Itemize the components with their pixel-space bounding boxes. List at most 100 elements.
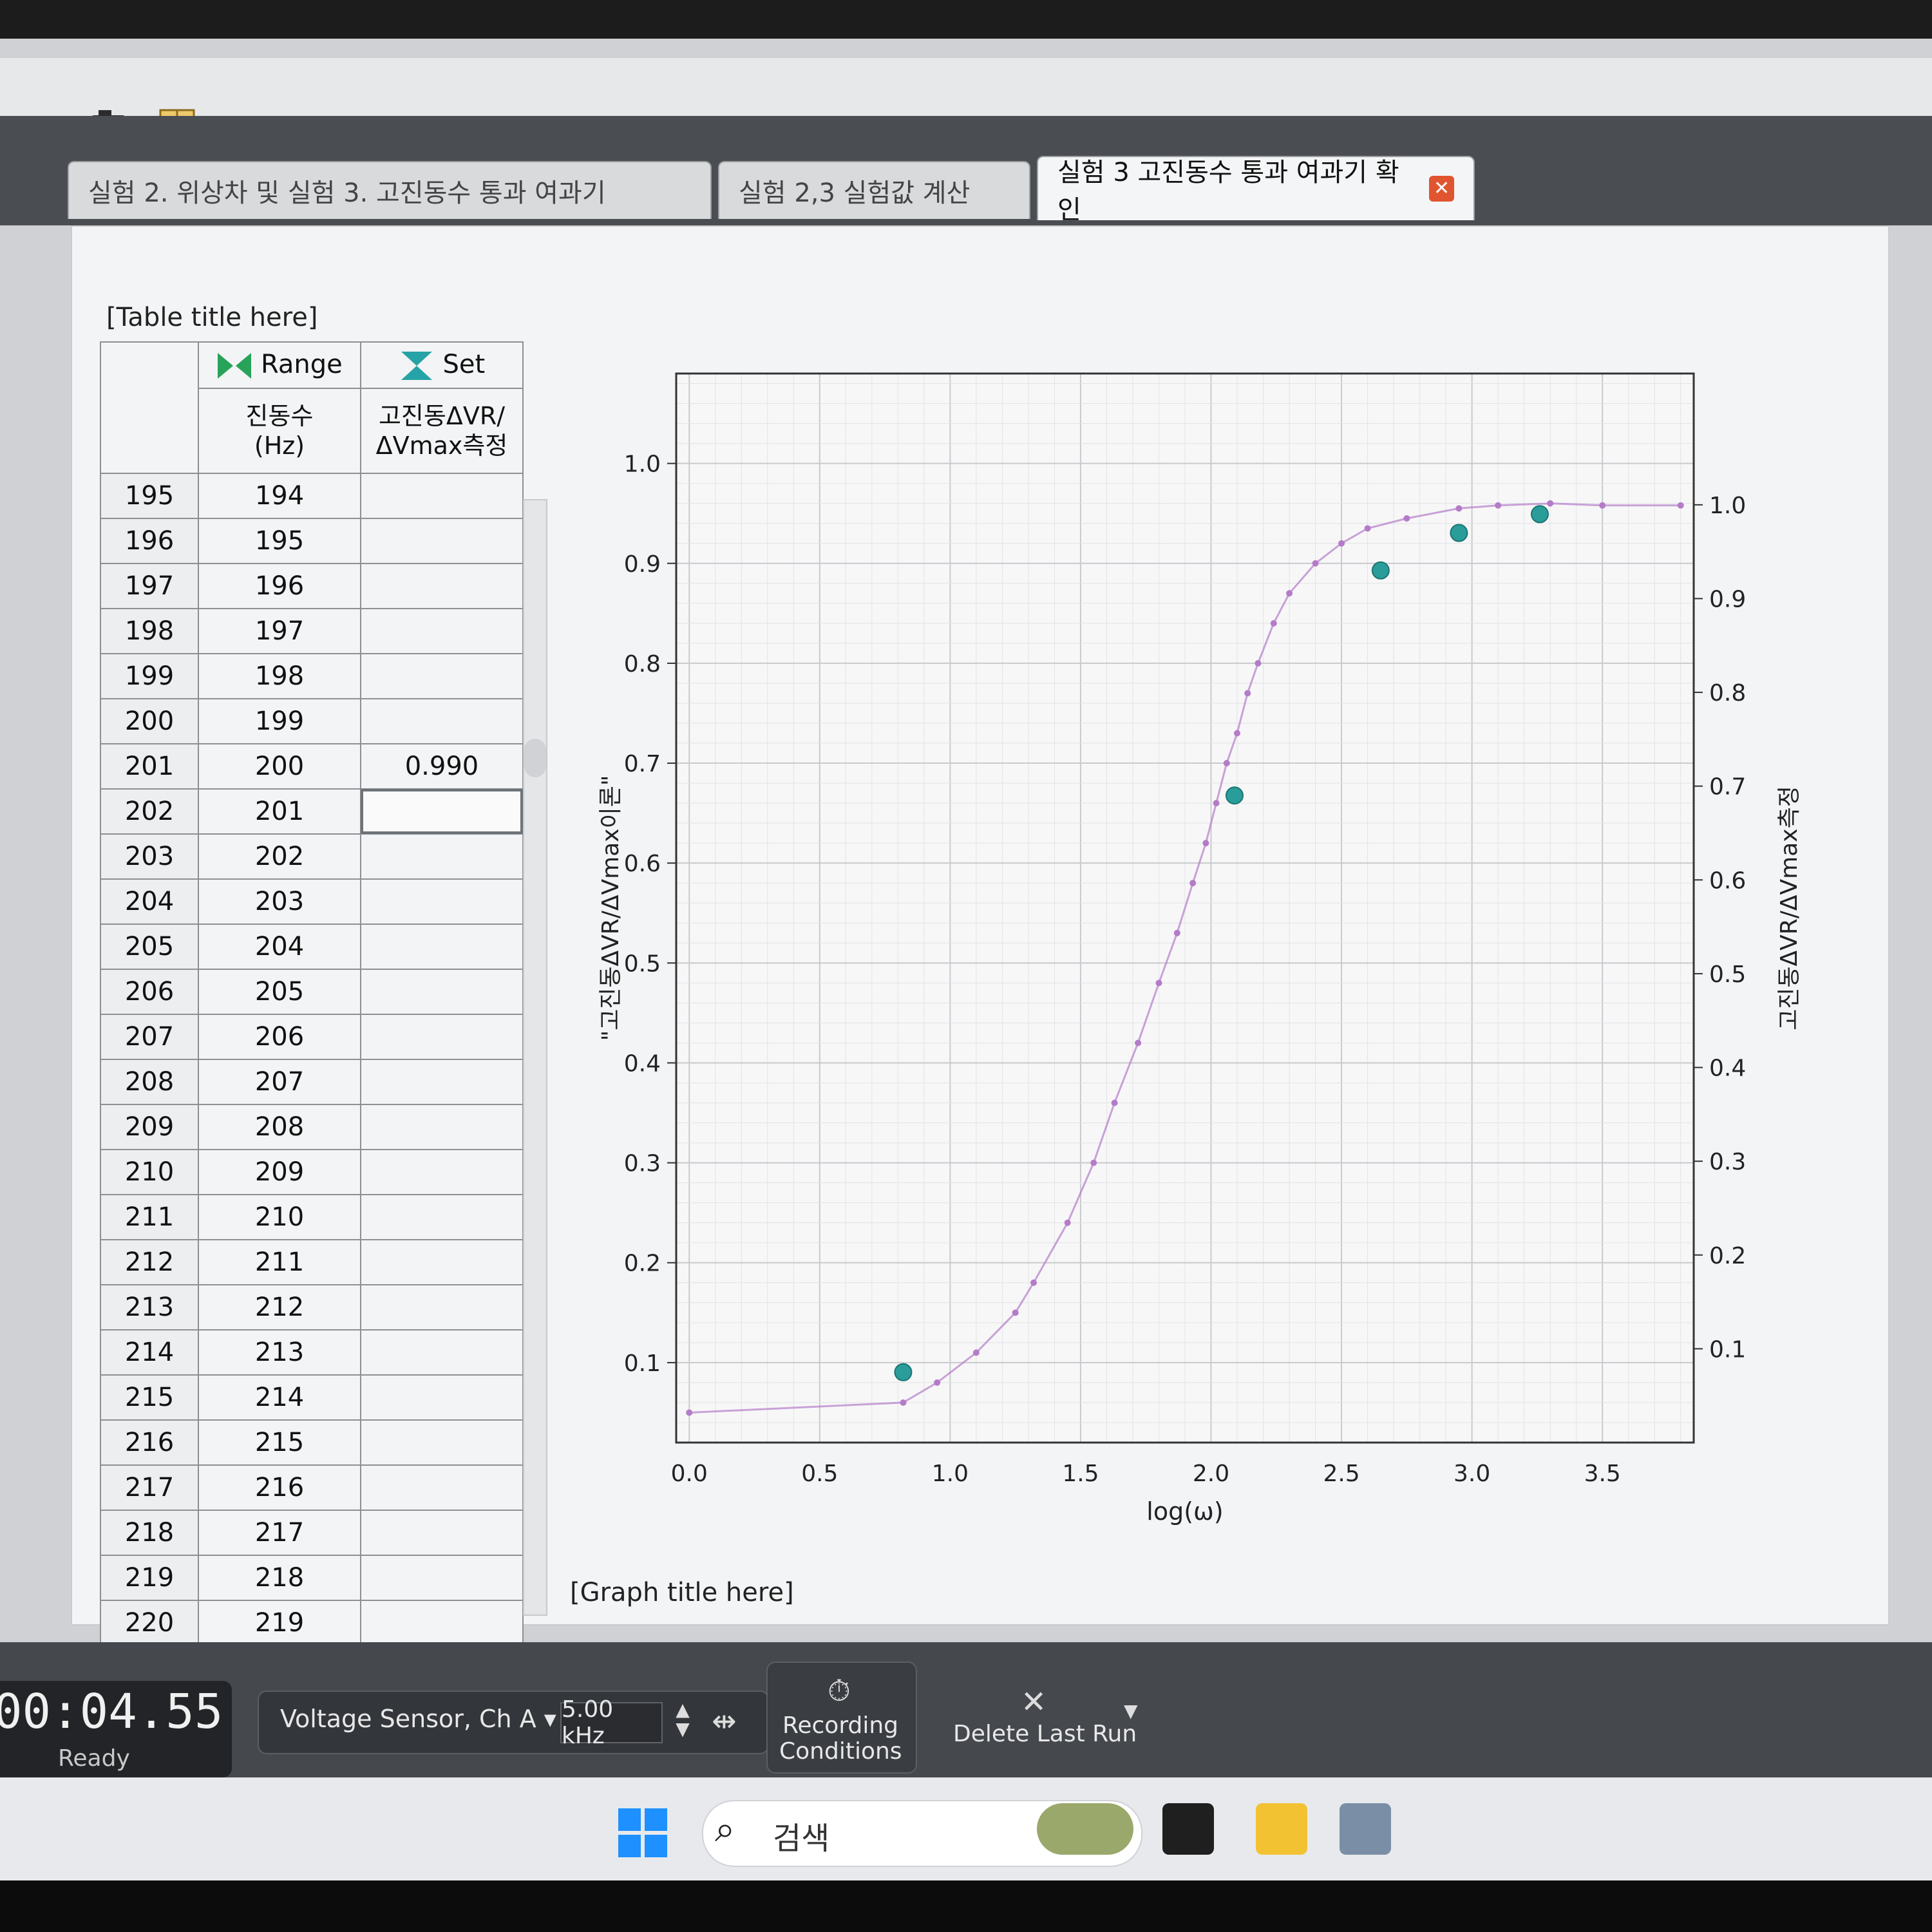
frequency-cell[interactable]: 210 [198, 1194, 361, 1240]
frequency-cell[interactable]: 195 [198, 518, 361, 564]
frequency-cell[interactable]: 194 [198, 473, 361, 519]
ratio-cell[interactable] [360, 1464, 524, 1511]
tab-experiment-3-check[interactable]: 실험 3 고진동수 통과 여과기 확인 ✕ [1037, 156, 1475, 225]
frequency-cell[interactable]: 216 [198, 1464, 361, 1511]
ratio-cell[interactable] [360, 608, 524, 654]
frequency-cell[interactable]: 215 [198, 1419, 361, 1466]
ratio-cell[interactable] [360, 518, 524, 564]
ratio-cell[interactable] [360, 1014, 524, 1060]
frequency-cell[interactable]: 214 [198, 1374, 361, 1421]
ratio-cell[interactable] [360, 969, 524, 1015]
ratio-cell[interactable] [360, 1600, 524, 1646]
ratio-cell[interactable]: 0.990 [360, 743, 524, 790]
ratio-cell[interactable] [360, 833, 524, 880]
measured-data-point[interactable] [1530, 505, 1549, 524]
row-number[interactable]: 203 [100, 833, 199, 880]
sample-rate-field[interactable]: 5.00 kHz [560, 1696, 663, 1749]
ratio-cell[interactable] [360, 1555, 524, 1601]
frequency-cell[interactable]: 196 [198, 563, 361, 609]
frequency-cell[interactable]: 201 [198, 788, 361, 835]
row-number[interactable]: 195 [100, 473, 199, 519]
ratio-cell[interactable] [360, 1059, 524, 1105]
row-number[interactable]: 198 [100, 608, 199, 654]
measured-data-point[interactable] [1371, 561, 1390, 580]
frequency-cell[interactable]: 211 [198, 1239, 361, 1285]
row-number[interactable]: 202 [100, 788, 199, 835]
tab-experiment-2-3[interactable]: 실험 2. 위상차 및 실험 3. 고진동수 통과 여과기 [68, 161, 712, 219]
row-number[interactable]: 204 [100, 878, 199, 925]
column-group-set[interactable]: Set [360, 341, 524, 389]
widget-icon[interactable] [1037, 1803, 1133, 1855]
frequency-cell[interactable]: 208 [198, 1104, 361, 1150]
row-number[interactable]: 209 [100, 1104, 199, 1150]
ratio-cell[interactable] [360, 653, 524, 699]
ratio-cell[interactable] [360, 473, 524, 519]
column-header-measured-ratio[interactable]: 고진동ΔVR/ ΔVmax측정 [360, 388, 524, 474]
frequency-cell[interactable]: 217 [198, 1510, 361, 1556]
row-number[interactable]: 217 [100, 1464, 199, 1511]
measured-data-point[interactable] [1450, 524, 1468, 542]
row-number[interactable]: 196 [100, 518, 199, 564]
row-number[interactable]: 216 [100, 1419, 199, 1466]
close-icon[interactable]: ✕ [1429, 176, 1454, 202]
row-number[interactable]: 208 [100, 1059, 199, 1105]
ratio-cell[interactable] [360, 1239, 524, 1285]
ratio-cell[interactable] [360, 788, 524, 835]
row-number[interactable]: 197 [100, 563, 199, 609]
capstone-app-icon[interactable] [1340, 1803, 1391, 1855]
column-header-frequency[interactable]: 진동수 (Hz) [198, 388, 361, 474]
ratio-cell[interactable] [360, 1284, 524, 1331]
table-scrollbar[interactable] [523, 499, 547, 1616]
frequency-cell[interactable]: 219 [198, 1600, 361, 1646]
frequency-cell[interactable]: 206 [198, 1014, 361, 1060]
row-number[interactable]: 212 [100, 1239, 199, 1285]
table-title[interactable]: [Table title here] [106, 303, 317, 332]
frequency-cell[interactable]: 199 [198, 698, 361, 744]
sensor-select[interactable]: Voltage Sensor, Ch A ▾ [280, 1705, 556, 1733]
frequency-cell[interactable]: 200 [198, 743, 361, 790]
windows-start-icon[interactable] [618, 1808, 667, 1857]
rate-stepper[interactable]: ▲ ▼ [670, 1700, 696, 1745]
row-number[interactable]: 213 [100, 1284, 199, 1331]
row-number[interactable]: 205 [100, 923, 199, 970]
row-number[interactable]: 211 [100, 1194, 199, 1240]
frequency-cell[interactable]: 198 [198, 653, 361, 699]
column-group-range[interactable]: Range [198, 341, 361, 389]
graph-plot[interactable]: 0.0 0.5 1.0 1.5 2.0 2.5 3.0 3.5 0.1 0.2 0.3 0.4 0.5 0… [580, 335, 1906, 1571]
row-number[interactable]: 201 [100, 743, 199, 790]
task-view-icon[interactable] [1162, 1803, 1214, 1855]
frequency-cell[interactable]: 203 [198, 878, 361, 925]
frequency-cell[interactable]: 213 [198, 1329, 361, 1376]
ratio-cell[interactable] [360, 563, 524, 609]
row-number[interactable]: 200 [100, 698, 199, 744]
row-number[interactable]: 218 [100, 1510, 199, 1556]
measured-data-point[interactable] [1225, 786, 1244, 805]
frequency-cell[interactable]: 205 [198, 969, 361, 1015]
ratio-cell[interactable] [360, 1419, 524, 1466]
ratio-cell[interactable] [360, 1104, 524, 1150]
frequency-cell[interactable]: 212 [198, 1284, 361, 1331]
ratio-cell[interactable] [360, 1194, 524, 1240]
row-number[interactable]: 215 [100, 1374, 199, 1421]
measured-data-point[interactable] [894, 1363, 913, 1381]
ratio-cell[interactable] [360, 1149, 524, 1195]
file-explorer-icon[interactable] [1256, 1803, 1307, 1855]
frequency-cell[interactable]: 207 [198, 1059, 361, 1105]
scrollbar-thumb[interactable] [524, 739, 546, 777]
ratio-cell[interactable] [360, 1374, 524, 1421]
row-number[interactable]: 219 [100, 1555, 199, 1601]
row-number[interactable]: 206 [100, 969, 199, 1015]
row-number[interactable]: 210 [100, 1149, 199, 1195]
delete-last-run-button[interactable]: Delete Last Run [953, 1721, 1137, 1747]
graph-title[interactable]: [Graph title here] [570, 1578, 794, 1607]
sampling-adjust-icon[interactable]: ⇹ [712, 1703, 737, 1738]
row-number[interactable]: 207 [100, 1014, 199, 1060]
row-number[interactable]: 199 [100, 653, 199, 699]
ratio-cell[interactable] [360, 1510, 524, 1556]
row-number[interactable]: 214 [100, 1329, 199, 1376]
frequency-cell[interactable]: 218 [198, 1555, 361, 1601]
row-number[interactable]: 220 [100, 1600, 199, 1646]
chevron-down-icon[interactable]: ▼ [1124, 1700, 1138, 1721]
ratio-cell[interactable] [360, 698, 524, 744]
ratio-cell[interactable] [360, 1329, 524, 1376]
